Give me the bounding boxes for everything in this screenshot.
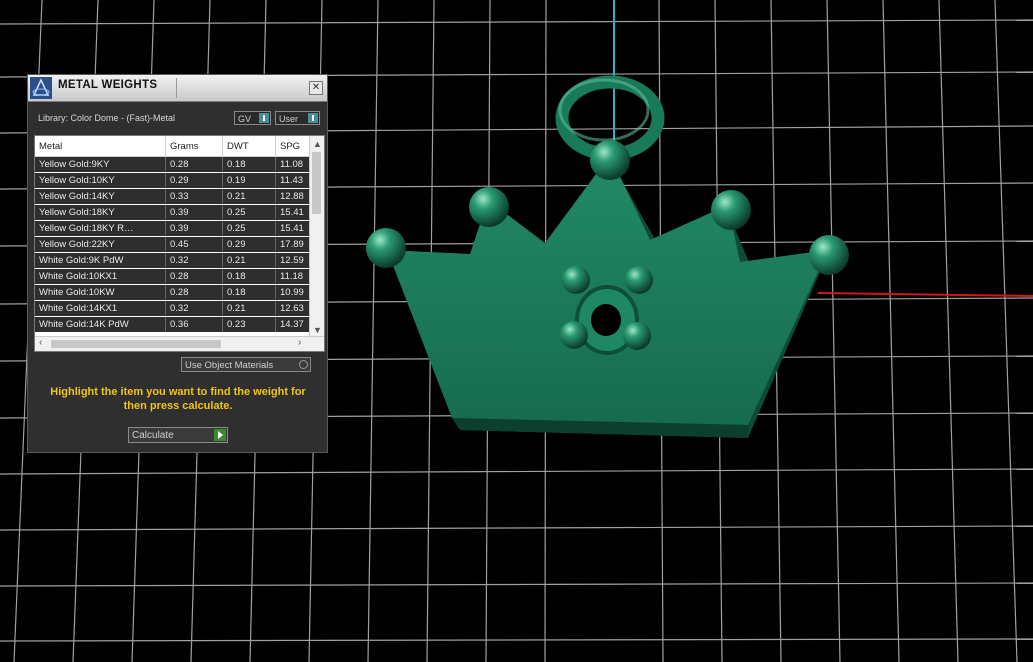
table-row[interactable]: Yellow Gold:18KY 0.39 0.25 15.41	[35, 204, 321, 221]
cell-grams: 0.32	[165, 252, 223, 269]
cell-dwt: 0.18	[222, 284, 276, 301]
toggle-knob-icon	[308, 113, 318, 123]
cell-dwt: 0.23	[222, 316, 276, 333]
calculate-label: Calculate	[132, 430, 174, 441]
horizontal-scrollbar[interactable]: ‹ ›	[35, 336, 324, 351]
cell-metal: Yellow Gold:18KY R…	[35, 220, 166, 237]
metal-weights-table[interactable]: Metal Grams DWT SPG Yellow Gold:9KY 0.28 0…	[34, 135, 325, 352]
use-object-materials-toggle[interactable]: Use Object Materials	[181, 357, 311, 372]
scroll-down-icon[interactable]: ▼	[313, 325, 322, 335]
vertical-scroll-thumb[interactable]	[312, 152, 321, 214]
user-toggle-label: User	[279, 114, 299, 124]
play-arrow-icon	[214, 429, 226, 441]
panel-title: METAL WEIGHTS	[58, 79, 158, 91]
horizontal-scroll-thumb[interactable]	[51, 340, 221, 348]
cell-metal: Yellow Gold:10KY	[35, 172, 166, 189]
scroll-up-icon[interactable]: ▲	[313, 139, 322, 149]
cell-grams: 0.39	[165, 220, 223, 237]
cell-dwt: 0.29	[222, 236, 276, 253]
cell-dwt: 0.21	[222, 252, 276, 269]
table-row[interactable]: White Gold:10KX1 0.28 0.18 11.18	[35, 268, 321, 285]
cell-dwt: 0.18	[222, 268, 276, 285]
cell-metal: White Gold:10KX1	[35, 268, 166, 285]
user-toggle[interactable]: User	[275, 111, 320, 125]
table-row[interactable]: Yellow Gold:9KY 0.28 0.18 11.08	[35, 156, 321, 173]
column-header-dwt[interactable]: DWT	[222, 136, 276, 157]
cell-grams: 0.28	[165, 156, 223, 173]
table-row[interactable]: White Gold:14KX1 0.32 0.21 12.63	[35, 300, 321, 317]
cell-dwt: 0.25	[222, 220, 276, 237]
cell-grams: 0.45	[165, 236, 223, 253]
titlebar-divider	[176, 78, 177, 98]
table-row[interactable]: White Gold:14K PdW 0.36 0.23 14.37	[35, 316, 321, 333]
table-row[interactable]: White Gold:9K PdW 0.32 0.21 12.59	[35, 252, 321, 269]
table-row[interactable]: White Gold:10KW 0.28 0.18 10.99	[35, 284, 321, 301]
vertical-scrollbar[interactable]: ▲ ▼	[309, 136, 324, 337]
cell-metal: White Gold:14KX1	[35, 300, 166, 317]
cell-metal: Yellow Gold:14KY	[35, 188, 166, 205]
cell-dwt: 0.25	[222, 204, 276, 221]
cell-dwt: 0.21	[222, 300, 276, 317]
gemvision-logo-icon	[30, 77, 52, 99]
cell-grams: 0.33	[165, 188, 223, 205]
cell-grams: 0.28	[165, 284, 223, 301]
metal-weights-panel: METAL WEIGHTS ✕ Library: Color Dome - (F…	[27, 74, 328, 453]
cell-grams: 0.29	[165, 172, 223, 189]
panel-titlebar[interactable]: METAL WEIGHTS ✕	[28, 75, 327, 102]
cell-metal: White Gold:14K PdW	[35, 316, 166, 333]
use-object-materials-label: Use Object Materials	[185, 360, 274, 371]
cell-metal: Yellow Gold:18KY	[35, 204, 166, 221]
calculate-button[interactable]: Calculate	[128, 427, 228, 443]
scroll-left-icon[interactable]: ‹	[39, 337, 42, 348]
toggle-knob-icon	[259, 113, 269, 123]
gv-toggle[interactable]: GV	[234, 111, 271, 125]
cell-metal: Yellow Gold:22KY	[35, 236, 166, 253]
instruction-text: Highlight the item you want to find the …	[50, 386, 306, 412]
close-button[interactable]: ✕	[309, 81, 323, 95]
library-label: Library: Color Dome - (Fast)-Metal	[38, 113, 176, 123]
column-header-metal[interactable]: Metal	[35, 136, 166, 157]
column-header-grams[interactable]: Grams	[165, 136, 223, 157]
table-row[interactable]: Yellow Gold:14KY 0.33 0.21 12.88	[35, 188, 321, 205]
cell-dwt: 0.18	[222, 156, 276, 173]
gv-toggle-label: GV	[238, 114, 252, 124]
cell-metal: Yellow Gold:9KY	[35, 156, 166, 173]
radio-knob-icon	[299, 360, 308, 369]
cell-metal: White Gold:10KW	[35, 284, 166, 301]
cell-metal: White Gold:9K PdW	[35, 252, 166, 269]
table-row[interactable]: Yellow Gold:10KY 0.29 0.19 11.43	[35, 172, 321, 189]
cell-grams: 0.32	[165, 300, 223, 317]
table-header-row: Metal Grams DWT SPG	[35, 136, 321, 157]
cell-grams: 0.39	[165, 204, 223, 221]
table-row[interactable]: Yellow Gold:18KY R… 0.39 0.25 15.41	[35, 220, 321, 237]
cell-grams: 0.36	[165, 316, 223, 333]
cell-dwt: 0.21	[222, 188, 276, 205]
cell-dwt: 0.19	[222, 172, 276, 189]
scroll-right-icon[interactable]: ›	[298, 337, 301, 348]
cell-grams: 0.28	[165, 268, 223, 285]
table-row[interactable]: Yellow Gold:22KY 0.45 0.29 17.89	[35, 236, 321, 253]
